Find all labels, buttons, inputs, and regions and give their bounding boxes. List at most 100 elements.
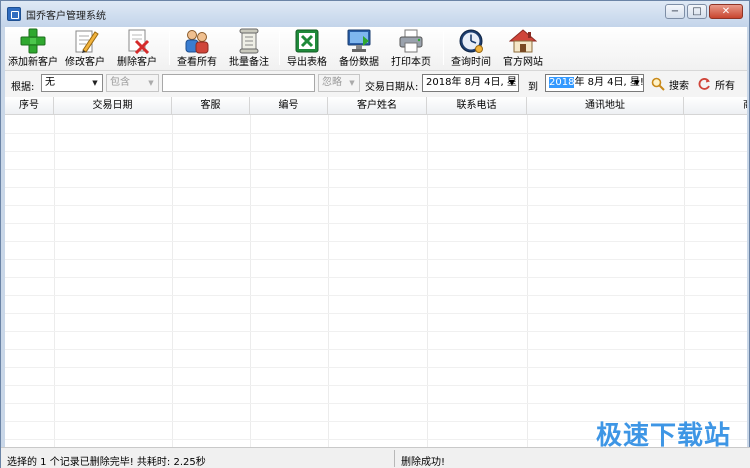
add-customer-button[interactable]: 添加新客户 — [7, 27, 59, 71]
status-bar: 选择的 1 个记录已删除完毕! 共耗时: 2.25秒 删除成功! — [1, 447, 750, 468]
delete-customer-label: 删除客户 — [117, 57, 157, 68]
row-divider — [5, 151, 747, 152]
add-customer-label: 添加新客户 — [8, 57, 58, 68]
house-icon — [509, 29, 537, 53]
row-divider — [5, 133, 747, 134]
field-select-value: 无 — [45, 77, 55, 88]
maximize-icon: □ — [692, 5, 702, 17]
add-plus-icon — [20, 28, 46, 54]
column-header-agent[interactable]: 客服 — [172, 97, 250, 115]
search-bar: 根据: 无 ▼ 包含 ▼ 忽略 ▼ 交易日期从: 2018年 8月 4日, 星!… — [5, 71, 747, 97]
chevron-down-icon: ▼ — [148, 79, 154, 87]
show-all-button[interactable]: 所有 — [697, 75, 735, 93]
batch-note-button[interactable]: 批量备注 — [227, 27, 271, 71]
maximize-button[interactable]: □ — [687, 4, 707, 19]
print-page-button[interactable]: 打印本页 — [389, 27, 433, 71]
column-header-trade-date[interactable]: 交易日期 — [54, 97, 172, 115]
match-select[interactable]: 包含 ▼ — [106, 74, 159, 92]
date-from-picker[interactable]: 2018年 8月 4日, 星! ▼ — [422, 74, 519, 92]
ignore-select-value: 忽略 — [322, 77, 342, 88]
date-to-year: 2018 — [549, 77, 575, 88]
backup-data-label: 备份数据 — [339, 57, 379, 68]
row-divider — [5, 223, 747, 224]
window-title: 国乔客户管理系统 — [26, 11, 106, 22]
edit-customer-label: 修改客户 — [65, 57, 105, 68]
official-site-button[interactable]: 官方网站 — [501, 27, 545, 71]
close-icon: ✕ — [721, 5, 731, 17]
column-header-address[interactable]: 通讯地址 — [527, 97, 684, 115]
title-bar[interactable]: 国乔客户管理系统 − □ ✕ — [1, 1, 749, 27]
chevron-down-icon: ▼ — [349, 79, 355, 87]
view-all-label: 查看所有 — [177, 57, 217, 68]
app-window: 国乔客户管理系统 − □ ✕ 添加新客户 修改客户 删除客户 查看所有 批量备注… — [0, 0, 750, 468]
edit-pencil-icon — [75, 30, 99, 53]
row-divider — [5, 349, 747, 350]
export-table-button[interactable]: 导出表格 — [285, 27, 329, 71]
window-controls: − □ ✕ — [665, 4, 743, 19]
date-to-label: 到 — [528, 82, 538, 93]
close-button[interactable]: ✕ — [709, 4, 743, 19]
delete-doc-icon — [128, 29, 150, 54]
scroll-note-icon — [239, 28, 259, 54]
table-header: 序号 交易日期 客服 编号 客户姓名 联系电话 通讯地址 商 — [5, 97, 747, 115]
column-divider — [328, 115, 329, 449]
query-time-label: 查询时间 — [451, 57, 491, 68]
column-divider — [250, 115, 251, 449]
row-divider — [5, 241, 747, 242]
search-label: 搜索 — [669, 80, 689, 92]
batch-note-label: 批量备注 — [229, 57, 269, 68]
printer-icon — [399, 29, 423, 53]
status-result: 删除成功! — [401, 457, 446, 468]
delete-customer-button[interactable]: 删除客户 — [115, 27, 159, 71]
date-from-label: 交易日期从: — [365, 82, 419, 93]
column-divider — [54, 115, 55, 449]
column-header-index[interactable]: 序号 — [5, 97, 54, 115]
date-to-picker[interactable]: 2018年 8月 4日, 星! ▼ — [545, 74, 644, 92]
minimize-button[interactable]: − — [665, 4, 685, 19]
toolbar: 添加新客户 修改客户 删除客户 查看所有 批量备注 导出表格 备份数据 打印本页… — [5, 27, 747, 71]
search-by-label: 根据: — [11, 82, 35, 93]
export-table-label: 导出表格 — [287, 57, 327, 68]
clock-icon — [459, 29, 483, 53]
view-all-button[interactable]: 查看所有 — [175, 27, 219, 71]
status-divider — [394, 450, 395, 467]
row-divider — [5, 187, 747, 188]
chevron-down-icon: ▼ — [509, 79, 515, 87]
row-divider — [5, 169, 747, 170]
refresh-icon — [698, 78, 710, 90]
toolbar-separator — [169, 31, 170, 65]
search-icon — [651, 77, 665, 91]
row-divider — [5, 367, 747, 368]
row-divider — [5, 205, 747, 206]
keyword-input[interactable] — [162, 74, 315, 92]
column-divider — [172, 115, 173, 449]
row-divider — [5, 403, 747, 404]
row-divider — [5, 331, 747, 332]
toolbar-separator — [279, 31, 280, 65]
column-header-customer-name[interactable]: 客户姓名 — [328, 97, 427, 115]
field-select[interactable]: 无 ▼ — [41, 74, 103, 92]
show-all-label: 所有 — [715, 80, 735, 92]
column-divider — [427, 115, 428, 449]
excel-icon — [295, 29, 319, 53]
minimize-icon: − — [670, 5, 680, 17]
users-icon — [185, 30, 209, 54]
ignore-select[interactable]: 忽略 ▼ — [318, 74, 360, 92]
column-header-overflow[interactable]: 商 — [684, 97, 747, 115]
app-logo-icon — [7, 7, 21, 21]
match-select-value: 包含 — [110, 77, 130, 88]
edit-customer-button[interactable]: 修改客户 — [63, 27, 107, 71]
row-divider — [5, 295, 747, 296]
column-header-code[interactable]: 编号 — [250, 97, 328, 115]
toolbar-separator — [443, 31, 444, 65]
customer-table[interactable]: 序号 交易日期 客服 编号 客户姓名 联系电话 通讯地址 商 — [5, 97, 747, 449]
column-divider — [684, 115, 685, 449]
search-button[interactable]: 搜索 — [651, 75, 689, 93]
query-time-button[interactable]: 查询时间 — [449, 27, 493, 71]
chevron-down-icon: ▼ — [634, 79, 640, 87]
backup-data-button[interactable]: 备份数据 — [337, 27, 381, 71]
row-divider — [5, 259, 747, 260]
row-divider — [5, 313, 747, 314]
column-header-phone[interactable]: 联系电话 — [427, 97, 527, 115]
row-divider — [5, 277, 747, 278]
